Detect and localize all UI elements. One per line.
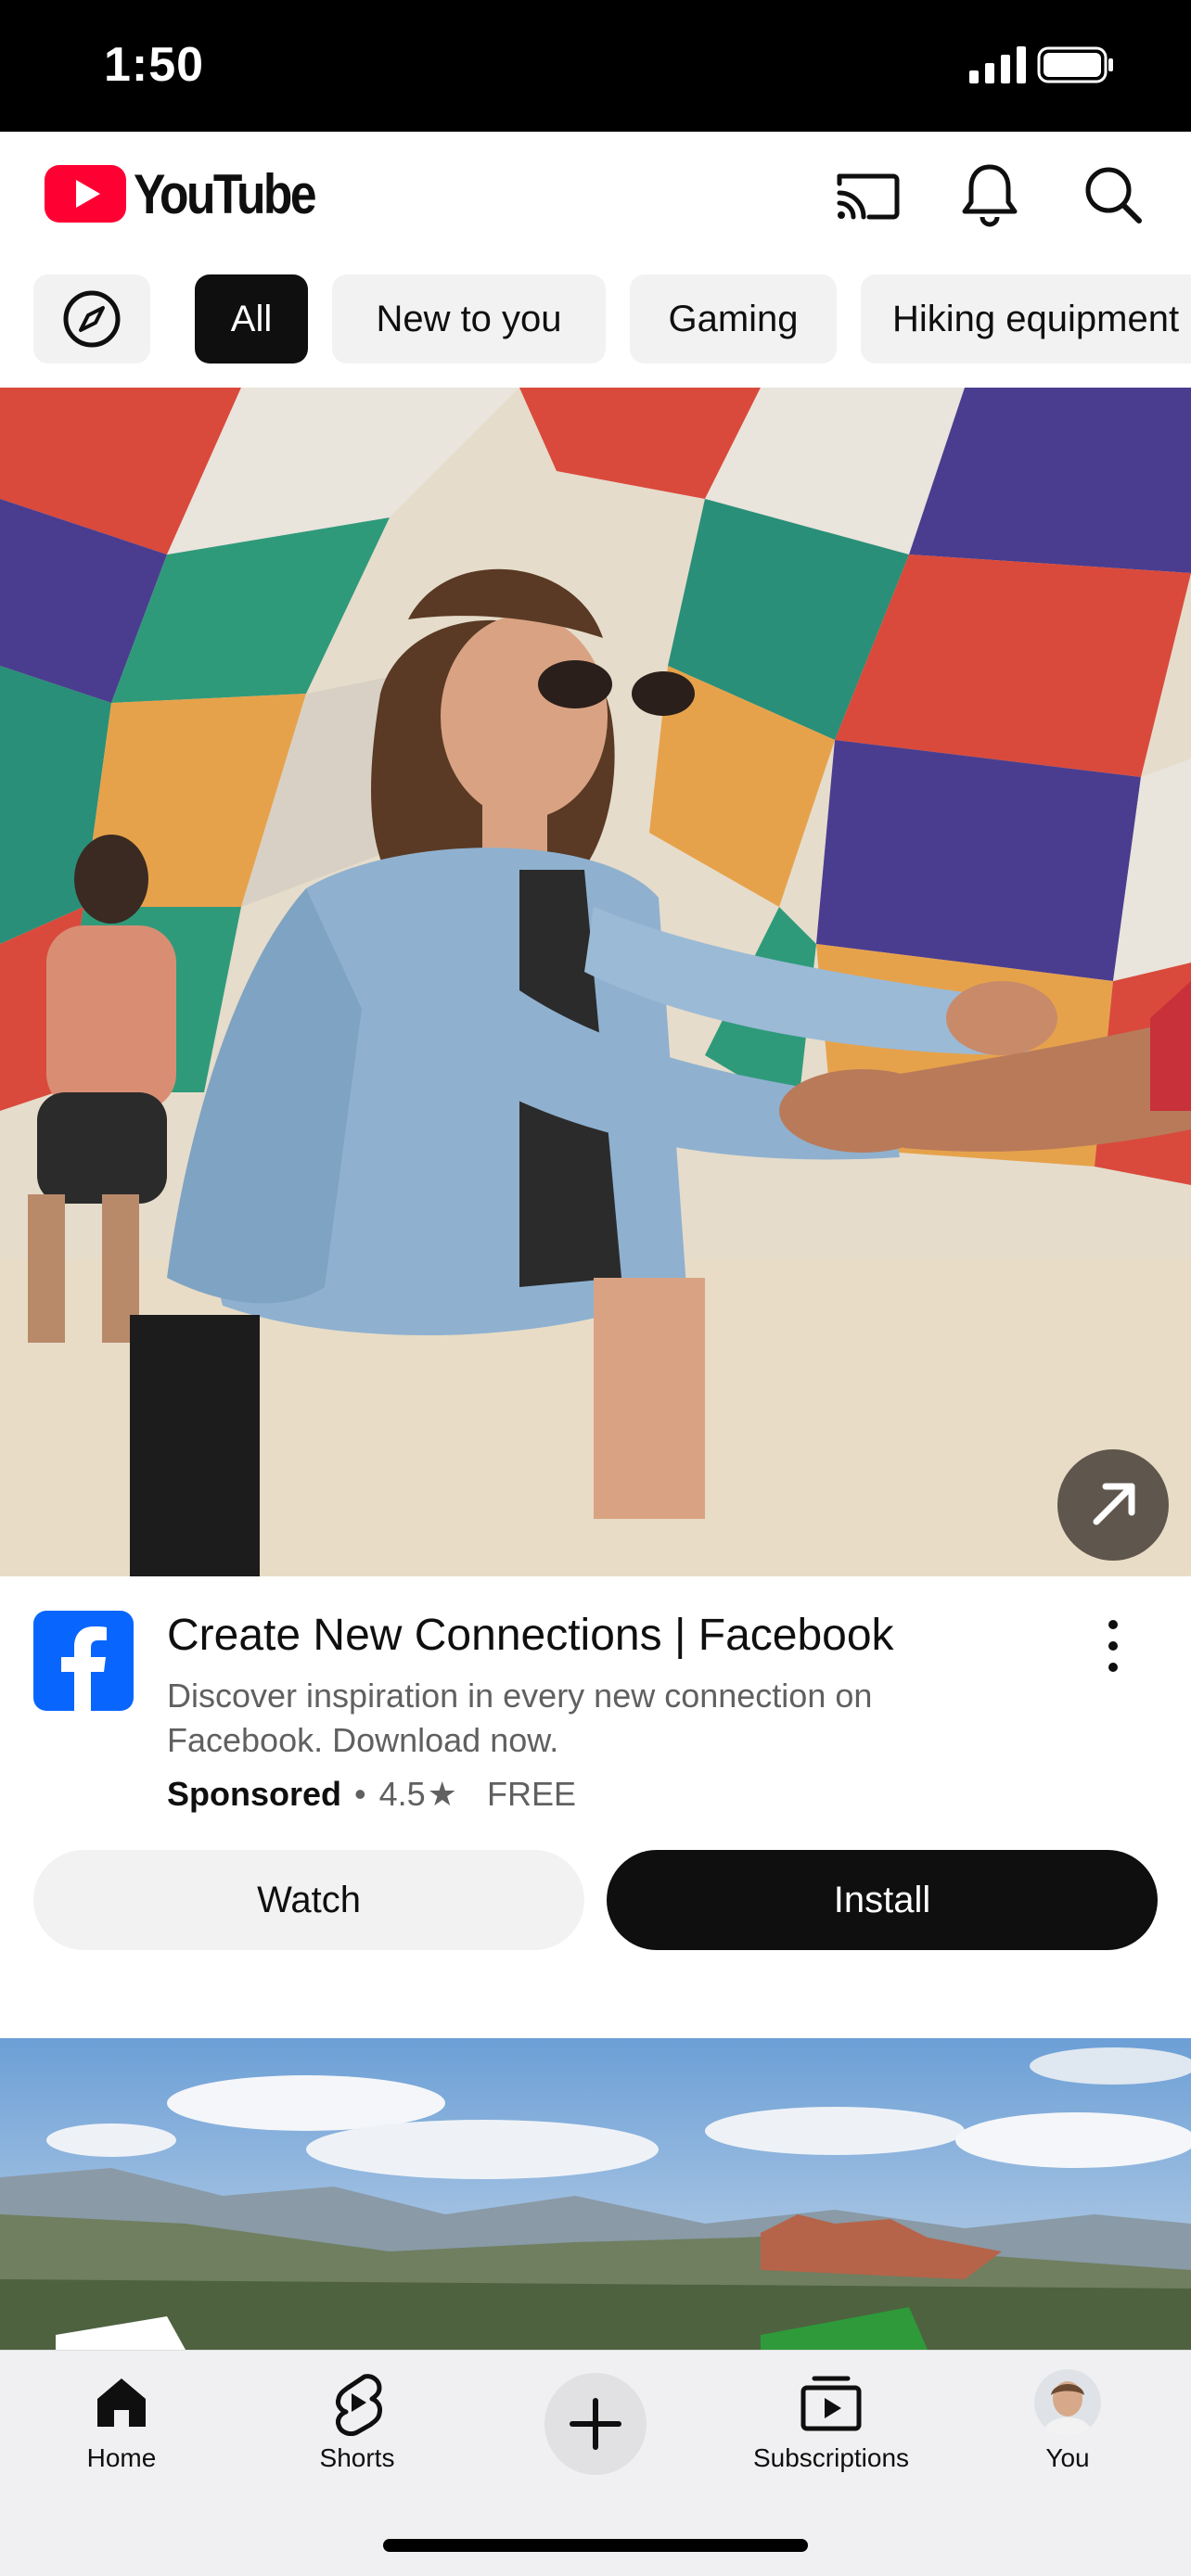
- bell-icon[interactable]: [954, 159, 1025, 230]
- chip-gaming[interactable]: Gaming: [630, 274, 837, 363]
- ad-description: Discover inspiration in every new connec…: [167, 1677, 873, 1759]
- search-icon[interactable]: [1078, 159, 1148, 230]
- ad-price: FREE: [486, 1775, 576, 1813]
- status-bar: 1:50: [0, 0, 1191, 132]
- chip-hiking-equipment[interactable]: Hiking equipment: [861, 274, 1191, 363]
- nav-you[interactable]: You: [975, 2369, 1160, 2473]
- nav-you-label: You: [1045, 2443, 1090, 2472]
- arrow-up-right-icon: [1093, 1483, 1135, 1525]
- ad-scene-illustration: [0, 388, 1191, 1576]
- filter-chip-bar: All New to you Gaming Hiking equipment: [0, 274, 1191, 363]
- battery-icon: [1037, 46, 1113, 83]
- ad-title[interactable]: Create New Connections | Facebook: [167, 1610, 894, 1661]
- nav-subscriptions-label: Subscriptions: [752, 2443, 910, 2472]
- subscriptions-icon: [800, 2376, 862, 2431]
- nav-home-label: Home: [86, 2443, 157, 2472]
- nav-subscriptions[interactable]: Subscriptions: [738, 2369, 924, 2473]
- cellular-signal-icon: [969, 46, 1026, 83]
- status-time: 1:50: [104, 38, 205, 92]
- youtube-play-logo-icon: [45, 165, 126, 223]
- ad-rating: 4.5: [378, 1775, 426, 1813]
- ad-meta-row: Sponsored • 4.5 ★ FREE: [167, 1775, 576, 1814]
- facebook-logo-icon: [61, 1626, 107, 1711]
- logo-wordmark: YouTube: [134, 162, 317, 225]
- home-icon: [97, 2378, 146, 2427]
- compass-icon: [63, 290, 121, 348]
- advertiser-logo[interactable]: [33, 1611, 134, 1711]
- chip-new-to-you[interactable]: New to you: [332, 274, 606, 363]
- plus-icon: [570, 2398, 621, 2450]
- youtube-logo[interactable]: YouTube: [45, 162, 344, 225]
- cast-icon[interactable]: [832, 159, 903, 230]
- watch-button[interactable]: Watch: [33, 1850, 584, 1950]
- home-indicator: [383, 2539, 808, 2552]
- profile-avatar: [1034, 2369, 1101, 2436]
- install-button[interactable]: Install: [607, 1850, 1158, 1950]
- nav-shorts-label: Shorts: [319, 2443, 395, 2472]
- sponsored-label: Sponsored: [167, 1775, 342, 1813]
- open-external-button[interactable]: [1057, 1449, 1169, 1561]
- top-app-bar: YouTube: [0, 132, 1191, 258]
- chip-all[interactable]: All: [195, 274, 308, 363]
- ad-video-thumbnail[interactable]: [0, 388, 1191, 1576]
- nav-home[interactable]: Home: [29, 2369, 214, 2473]
- star-icon: ★: [427, 1775, 457, 1813]
- create-button[interactable]: [544, 2373, 647, 2475]
- landscape-thumbnail-illustration: [0, 2038, 1191, 2350]
- explore-chip[interactable]: [33, 274, 150, 363]
- shorts-icon: [336, 2374, 382, 2436]
- profile-photo-icon: [1034, 2369, 1101, 2436]
- meta-separator: •: [354, 1775, 366, 1813]
- nav-shorts[interactable]: Shorts: [264, 2369, 450, 2473]
- next-video-thumbnail[interactable]: [0, 2038, 1191, 2350]
- more-options-icon[interactable]: [1095, 1613, 1132, 1678]
